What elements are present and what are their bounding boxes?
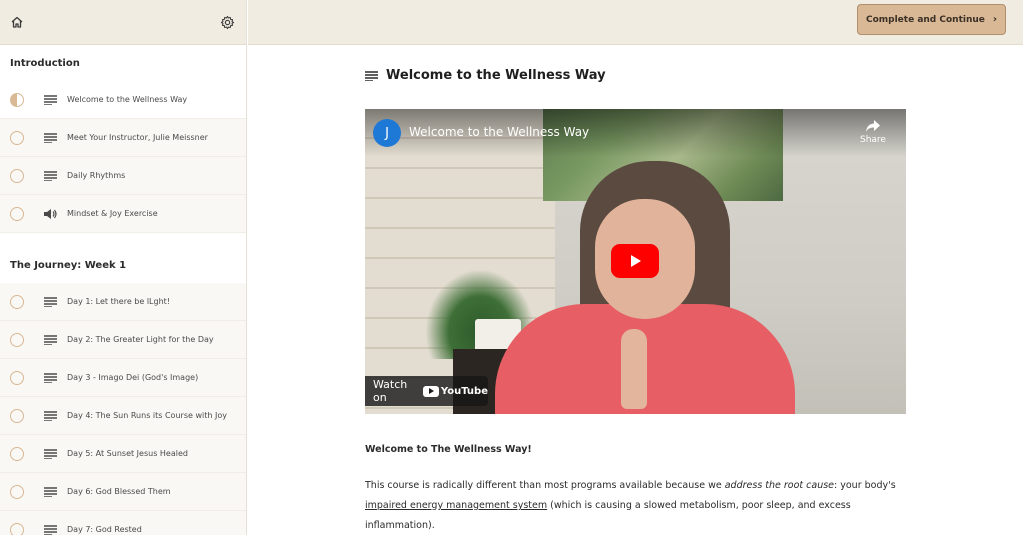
text-lesson-icon <box>44 410 58 422</box>
watch-on-youtube-button[interactable]: Watch on YouTube <box>365 376 488 406</box>
lesson-label: Daily Rhythms <box>67 171 126 180</box>
not-started-status-icon <box>10 484 24 499</box>
lesson-label: Welcome to the Wellness Way <box>67 95 188 104</box>
audio-lesson-icon <box>44 208 58 220</box>
lesson-label: Day 7: God Rested <box>67 525 142 534</box>
lesson-item-day-7[interactable]: Day 7: God Rested <box>0 511 246 535</box>
text-lesson-icon <box>44 94 58 106</box>
lesson-label: Day 2: The Greater Light for the Day <box>67 335 214 344</box>
youtube-logo: YouTube <box>422 385 488 397</box>
body-text-part: This course is radically different than … <box>365 480 725 491</box>
not-started-status-icon <box>10 446 24 461</box>
not-started-status-icon <box>10 370 24 385</box>
lesson-body: Welcome to The Wellness Way! This course… <box>365 440 910 535</box>
lesson-item-day-3[interactable]: Day 3 - Imago Dei (God's Image) <box>0 359 246 397</box>
course-player: Introduction Welcome to the Wellness Way… <box>0 0 1023 535</box>
text-lesson-icon <box>44 296 58 308</box>
lesson-item-meet-instructor[interactable]: Meet Your Instructor, Julie Meissner <box>0 119 246 157</box>
not-started-status-icon <box>10 168 24 183</box>
body-link[interactable]: impaired energy management system <box>365 500 547 511</box>
not-started-status-icon <box>10 206 24 221</box>
lesson-label: Meet Your Instructor, Julie Meissner <box>67 133 208 142</box>
share-icon <box>866 120 880 132</box>
lesson-topbar: Complete and Continue › <box>248 0 1023 45</box>
text-lesson-icon <box>44 132 58 144</box>
text-lesson-icon <box>44 448 58 460</box>
text-lesson-icon <box>44 334 58 346</box>
text-lesson-icon <box>44 170 58 182</box>
gear-icon[interactable] <box>218 13 236 31</box>
watch-on-label: Watch on <box>373 378 408 404</box>
lesson-item-day-5[interactable]: Day 5: At Sunset Jesus Healed <box>0 435 246 473</box>
not-started-status-icon <box>10 522 24 535</box>
lesson-label: Day 4: The Sun Runs its Course with Joy <box>67 411 227 420</box>
in-progress-status-icon <box>10 92 24 107</box>
lesson-item-day-4[interactable]: Day 4: The Sun Runs its Course with Joy <box>0 397 246 435</box>
not-started-status-icon <box>10 294 24 309</box>
share-label: Share <box>860 135 886 145</box>
lesson-item-daily-rhythms[interactable]: Daily Rhythms <box>0 157 246 195</box>
section-title: The Journey: Week 1 <box>10 259 127 271</box>
text-lesson-icon <box>44 524 58 535</box>
youtube-play-icon <box>422 385 439 397</box>
lesson-label: Day 5: At Sunset Jesus Healed <box>67 449 188 458</box>
lesson-content: Welcome to the Wellness Way J Welcome to… <box>365 45 910 535</box>
video-title[interactable]: Welcome to the Wellness Way <box>409 125 589 139</box>
body-emphasis: address the root cause <box>724 480 835 491</box>
play-button[interactable] <box>611 244 659 278</box>
lesson-item-day-1[interactable]: Day 1: Let there be lLght! <box>0 283 246 321</box>
video-player[interactable]: J Welcome to the Wellness Way Share Watc… <box>365 109 906 414</box>
course-sidebar: Introduction Welcome to the Wellness Way… <box>0 0 247 535</box>
play-icon <box>631 255 641 267</box>
text-lesson-icon <box>44 486 58 498</box>
complete-and-continue-button[interactable]: Complete and Continue › <box>857 4 1006 35</box>
not-started-status-icon <box>10 332 24 347</box>
sidebar-header <box>0 0 246 45</box>
text-lesson-icon <box>365 66 378 85</box>
lesson-label: Day 3 - Imago Dei (God's Image) <box>67 373 199 382</box>
lesson-item-welcome[interactable]: Welcome to the Wellness Way <box>0 81 246 119</box>
video-frame-person-hands <box>621 329 647 409</box>
not-started-status-icon <box>10 130 24 145</box>
youtube-label: YouTube <box>440 385 488 397</box>
body-paragraph: This course is radically different than … <box>365 476 910 535</box>
section-title: Introduction <box>10 57 80 69</box>
lesson-title: Welcome to the Wellness Way <box>386 67 606 83</box>
complete-button-label: Complete and Continue <box>865 14 985 25</box>
share-button[interactable]: Share <box>858 119 888 145</box>
lesson-item-day-6[interactable]: Day 6: God Blessed Them <box>0 473 246 511</box>
lesson-label: Day 6: God Blessed Them <box>67 487 171 496</box>
lesson-label: Day 1: Let there be lLght! <box>67 297 171 306</box>
lesson-label: Mindset & Joy Exercise <box>67 209 158 218</box>
body-heading: Welcome to The Wellness Way! <box>365 444 532 455</box>
lesson-item-day-2[interactable]: Day 2: The Greater Light for the Day <box>0 321 246 359</box>
lesson-item-mindset-joy[interactable]: Mindset & Joy Exercise <box>0 195 246 233</box>
not-started-status-icon <box>10 408 24 423</box>
channel-avatar[interactable]: J <box>373 119 401 147</box>
body-text-part: : your body's <box>834 480 896 491</box>
chevron-right-icon: › <box>992 14 998 25</box>
home-icon[interactable] <box>8 13 26 31</box>
lesson-heading: Welcome to the Wellness Way <box>365 45 910 105</box>
text-lesson-icon <box>44 372 58 384</box>
section-spacer <box>0 233 246 247</box>
